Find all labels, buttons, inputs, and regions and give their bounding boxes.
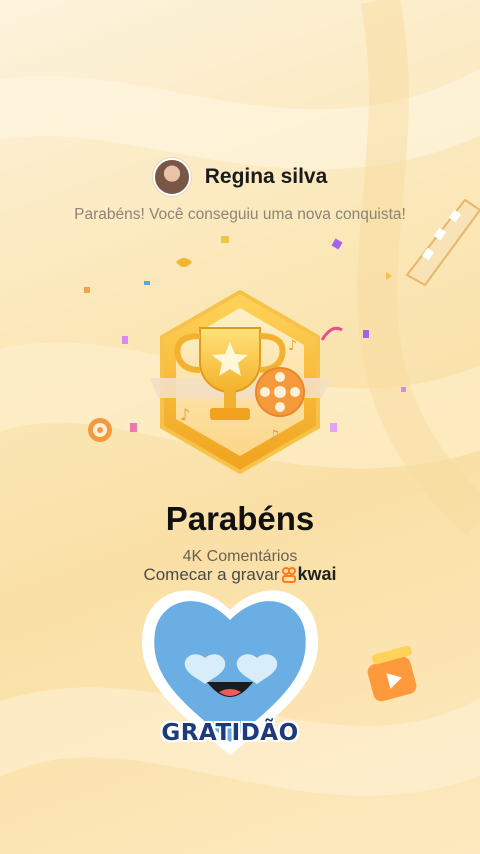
svg-text:♪: ♪ — [180, 405, 190, 424]
avatar[interactable] — [152, 158, 191, 196]
svg-text:♫: ♫ — [268, 428, 281, 444]
user-header: Regina silva — [0, 158, 480, 196]
svg-text:♪: ♪ — [288, 338, 297, 354]
user-name[interactable]: Regina silva — [205, 165, 328, 189]
video-camera-decoration — [367, 645, 417, 702]
gratitude-sticker-label: GRATIDÃO — [161, 720, 299, 746]
film-reel-icon — [255, 367, 305, 417]
achievement-subtitle: Parabéns! Você conseguiu uma nova conqui… — [74, 206, 406, 223]
achievement-title: Parabéns — [165, 500, 315, 537]
achievement-badge: ♪ ♫ ♪ — [150, 289, 330, 475]
